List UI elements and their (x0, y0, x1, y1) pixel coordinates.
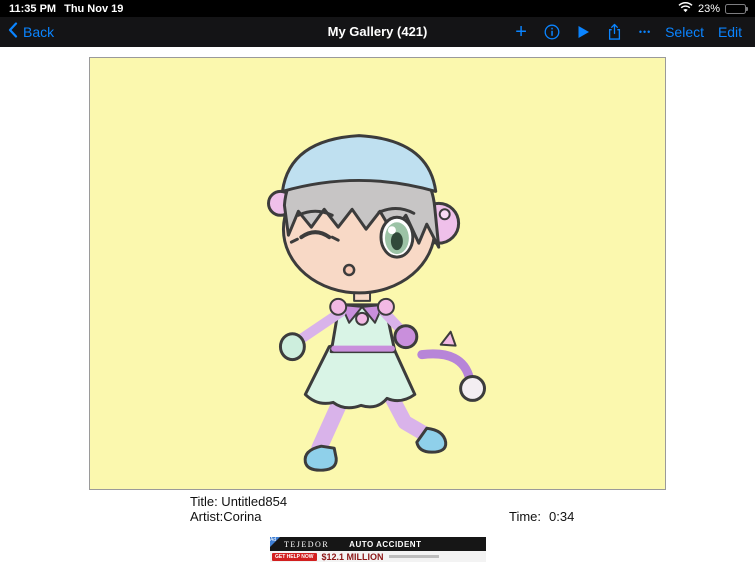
app-root: 11:35 PM Thu Nov 19 23% Back My Gallery … (0, 0, 755, 566)
nav-bar: Back My Gallery (421) + ••• Select Edit (0, 17, 755, 47)
more-button[interactable]: ••• (634, 27, 656, 37)
ad-headline: AUTO ACCIDENT (349, 539, 422, 549)
artwork-artist: Artist:Corina (190, 509, 262, 524)
ad-fineprint (388, 555, 439, 558)
status-right: 23% (678, 1, 748, 16)
time-value: 0:34 (549, 509, 575, 524)
time-label: Time: (509, 509, 542, 524)
artwork-canvas[interactable] (89, 57, 666, 490)
ad-amount: $12.1 MILLION (321, 551, 384, 562)
battery-icon (725, 3, 748, 14)
artwork-drawing (267, 134, 486, 472)
ad-bottom-row: GET HELP NOW $12.1 MILLION (270, 551, 486, 562)
play-button[interactable] (572, 25, 594, 39)
status-date: Thu Nov 19 (64, 2, 124, 15)
ad-firm-name: TEJEDOR (284, 539, 330, 549)
ad-top-row: TEJEDOR AUTO ACCIDENT (270, 537, 486, 551)
play-icon (578, 26, 589, 38)
add-button[interactable]: + (510, 22, 532, 42)
status-time: 11:35 PM (9, 2, 57, 15)
nav-actions: + ••• Select Edit (510, 17, 747, 47)
ad-banner[interactable]: Ad TEJEDOR AUTO ACCIDENT GET HELP NOW $1… (270, 537, 486, 562)
battery-percent: 23% (697, 2, 720, 15)
artwork-meta: Title: Untitled854 Artist:Corina (190, 494, 287, 524)
artwork-title: Title: Untitled854 (190, 494, 288, 509)
edit-button[interactable]: Edit (713, 24, 747, 40)
share-button[interactable] (603, 23, 625, 41)
artwork-time: Time: 0:34 (509, 509, 574, 524)
wifi-icon (678, 1, 693, 16)
ad-cta-button[interactable]: GET HELP NOW (272, 552, 317, 561)
status-bar: 11:35 PM Thu Nov 19 23% (0, 0, 755, 17)
info-icon (544, 24, 560, 40)
share-icon (608, 23, 620, 40)
status-left: 11:35 PM Thu Nov 19 (9, 3, 123, 15)
select-button[interactable]: Select (665, 24, 704, 40)
info-button[interactable] (541, 24, 563, 40)
